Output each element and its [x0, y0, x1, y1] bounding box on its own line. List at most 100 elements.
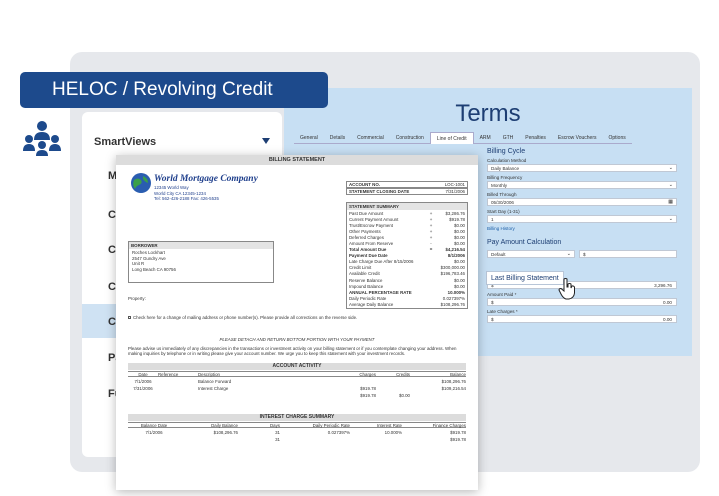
summary-operator: - [430, 241, 432, 247]
chevron-down-icon: ⌄ [668, 216, 673, 222]
table-row: 7/31/2006 Interest Charge $919.78 $109,216.… [128, 385, 466, 391]
summary-operator: = [429, 247, 433, 253]
currency-symbol: $ [583, 252, 586, 257]
calc-method-label: Calculation Method [487, 158, 527, 163]
smartviews-title[interactable]: SmartViews [94, 136, 156, 148]
summary-row: Payment Due Date 8/1/2006 [347, 253, 467, 259]
tab-details[interactable]: Details [323, 132, 352, 144]
calc-method-value: Daily Balance [491, 166, 520, 171]
summary-row: Daily Periodic Rate 0.027397% [347, 295, 467, 301]
column-header: Date [138, 371, 148, 377]
table-row: 7/1/2006 Balance Forward $108,296.76 [128, 378, 466, 384]
calc-method-select[interactable]: Daily Balance ⌄ [487, 164, 677, 172]
summary-operator: + [429, 216, 433, 222]
amount-paid-input[interactable]: $0.00 [487, 298, 677, 306]
summary-value: $196,783.46 [440, 271, 465, 277]
start-day-value: 1 [491, 217, 494, 222]
summary-value: 8/1/2006 [447, 253, 465, 259]
tab-escrow-vouchers[interactable]: Escrow Vouchers [551, 132, 603, 144]
summary-row: Amount From Reserve - $0.00 [347, 240, 467, 246]
summary-value: 0.027397% [442, 295, 465, 301]
borrower-title: BORROWER [129, 242, 273, 249]
summary-label: Late Charge Due After 8/15/2006 [349, 259, 414, 265]
billing-history-link[interactable]: Billing History [487, 226, 677, 231]
tab-arm[interactable]: ARM [473, 132, 497, 144]
summary-label: Credit Limit [349, 265, 372, 271]
table-cell: 7/1/2006 [145, 429, 163, 435]
currency-symbol: $ [491, 300, 494, 305]
summary-label: Current Payment Amount [349, 216, 399, 222]
summary-operator: + [429, 210, 433, 216]
column-header: Balance Date [140, 422, 168, 428]
table-cell: $108,296.76 [441, 378, 466, 384]
tab-options[interactable]: Options [602, 132, 632, 144]
summary-row: ANNUAL PERCENTAGE RATE 10.000% [347, 289, 467, 295]
checkbox[interactable] [128, 316, 131, 319]
account-value: 7/31/2006 [445, 189, 465, 194]
summary-operator: + [429, 234, 433, 240]
table-row: 7/1/2006 $108,296.76 31 0.027397% 10.000% $91… [128, 429, 466, 435]
summary-row: Credit Limit $300,000.00 [347, 265, 467, 271]
pay-calc-heading: Pay Amount Calculation [487, 239, 562, 246]
summary-value: $3,286.76 [445, 210, 465, 216]
terms-title: Terms [455, 100, 521, 127]
statement-summary: STATEMENT SUMMARY Past Due Amount + $3,286… [346, 202, 468, 309]
hand-cursor-icon [558, 278, 575, 300]
summary-value: $0.00 [454, 277, 465, 283]
table-cell: 31 [275, 429, 280, 435]
summary-value: $0.00 [454, 241, 465, 247]
tab-commercial[interactable]: Commercial [351, 132, 390, 144]
chevron-down-icon: ⌄ [668, 182, 673, 188]
tab-penalties[interactable]: Penalties [519, 132, 552, 144]
summary-value: $0.00 [454, 283, 465, 289]
account-row: ACCOUNT NO. LOC-1001 [346, 181, 468, 188]
summary-label: Available Credit [349, 271, 380, 277]
borrower-lines: Roches Lockhart 2547 Gundry Ave Unit R L… [129, 249, 273, 273]
property-label: Property: [128, 296, 146, 301]
summary-value: 10.000% [447, 289, 465, 295]
table-cell: $919.78 [360, 392, 376, 398]
summary-label: Trust/Escrow Payment [349, 222, 393, 228]
globe-logo-icon [131, 173, 151, 193]
summary-row: Total Amount Due = $4,216.54 [347, 247, 467, 253]
summary-value: $4,216.54 [445, 247, 465, 253]
late-charges-input[interactable]: $0.00 [487, 315, 677, 323]
table-cell: $109,216.54 [441, 385, 466, 391]
pay-method-value: Default [491, 252, 506, 257]
frequency-select[interactable]: Monthly ⌄ [487, 181, 677, 189]
summary-row: Reserve Balance $0.00 [347, 277, 467, 283]
summary-operator: + [429, 228, 433, 234]
column-header: Daily Periodic Rate [312, 422, 350, 428]
tab-line-of-credit[interactable]: Line of Credit [429, 132, 474, 144]
table-cell: $108,296.76 [213, 429, 238, 435]
tab-gth[interactable]: GTH [496, 132, 520, 144]
summary-title: STATEMENT SUMMARY [347, 203, 467, 210]
people-network-icon [23, 121, 61, 156]
billed-through-input[interactable]: 05/30/2006 ▦ [487, 198, 677, 206]
tab-construction[interactable]: Construction [389, 132, 430, 144]
pay-amount-input[interactable]: $ [579, 250, 677, 258]
borrower-line: Long Beach CA 90756 [132, 266, 176, 272]
address-change-check[interactable]: Check here for a change of mailing addre… [128, 315, 357, 320]
advice-paragraph: Please advise us immediately of any disc… [128, 346, 457, 356]
column-header: Credits [396, 371, 410, 377]
calendar-icon[interactable]: ▦ [668, 199, 673, 205]
table-header: Balance Date Daily Balance Days Daily Perio… [128, 422, 466, 428]
chevron-down-icon[interactable] [262, 138, 270, 144]
table-cell: Interest Charge [198, 385, 229, 391]
column-header: Reference [158, 371, 179, 377]
account-activity-title: ACCOUNT ACTIVITY [128, 363, 466, 370]
account-box: ACCOUNT NO. LOC-1001 STATEMENT CLOSING DA… [346, 181, 468, 195]
summary-row: Other Payments + $0.00 [347, 228, 467, 234]
pay-method-select[interactable]: Default ⌄ [487, 250, 575, 258]
tab-general[interactable]: General [294, 132, 324, 144]
late-charges-label: Late Charges * [487, 309, 518, 314]
last-billing-statement-button[interactable]: Last Billing Statement [486, 271, 564, 285]
amount-paid-label: Amount Paid * [487, 292, 517, 297]
table-cell: $919.78 [450, 429, 466, 435]
start-day-select[interactable]: 1 ⌄ [487, 215, 677, 223]
summary-label: Total Amount Due [349, 247, 387, 253]
summary-label: Other Payments [349, 228, 381, 234]
billing-cycle-panel: Billing Cycle Calculation Method Daily B… [487, 146, 677, 323]
